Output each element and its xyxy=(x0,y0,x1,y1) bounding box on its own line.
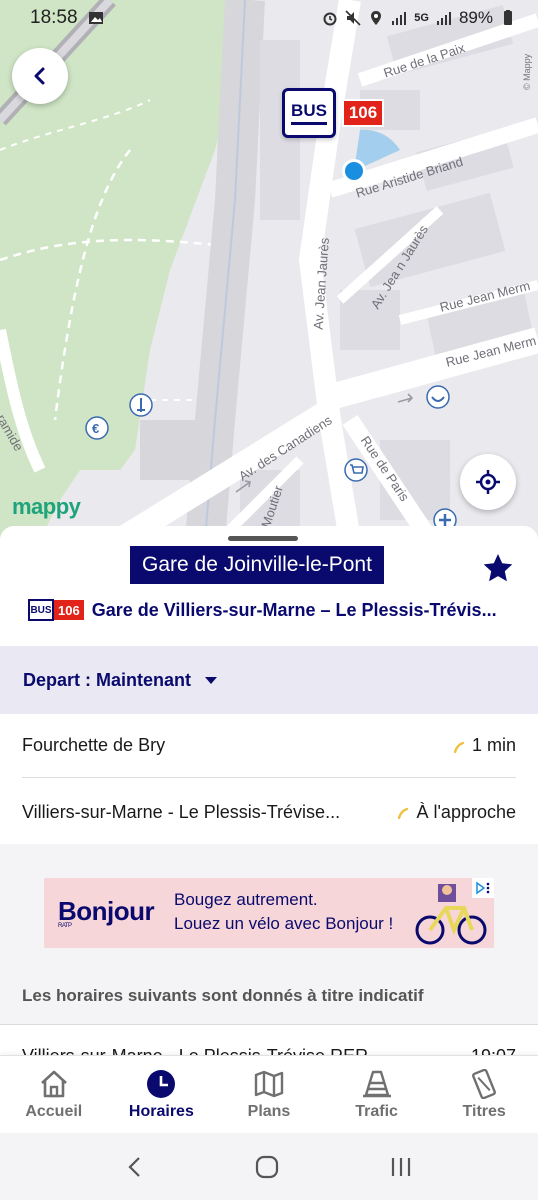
system-home-icon[interactable] xyxy=(254,1154,280,1180)
clock-icon xyxy=(144,1069,178,1099)
realtime-icon xyxy=(453,741,465,753)
divider xyxy=(0,1024,538,1025)
nav-label: Titres xyxy=(462,1102,506,1120)
mute-icon xyxy=(345,10,361,26)
stop-name: Gare de Joinville-le-Pont xyxy=(130,546,384,584)
ad-brand: Bonjour RATP xyxy=(58,896,155,929)
departure-destination: Villiers-sur-Marne - Le Plessis-Trévise.… xyxy=(22,801,341,822)
departure-row[interactable]: Fourchette de Bry 1 min xyxy=(22,714,516,778)
nav-label: Plans xyxy=(247,1102,291,1120)
departure-row[interactable]: Villiers-sur-Marne - Le Plessis-Trévise.… xyxy=(22,780,516,844)
chevron-left-icon xyxy=(34,67,45,85)
signal-icon-2 xyxy=(436,12,451,25)
ad-choices-icon[interactable] xyxy=(472,878,494,898)
svg-text:€: € xyxy=(92,421,99,436)
favorite-star-icon[interactable] xyxy=(482,552,514,584)
locate-me-button[interactable] xyxy=(460,454,516,510)
map-view[interactable]: € Rue de la Paix Rue Aristide Briand Av.… xyxy=(0,0,538,540)
gallery-icon xyxy=(88,12,103,24)
system-navigation-bar xyxy=(0,1133,538,1200)
bottom-navigation: Accueil Horaires Plans Trafic Titres xyxy=(0,1055,538,1133)
departure-time-selector[interactable]: Depart : Maintenant xyxy=(0,646,538,714)
system-recents-icon[interactable] xyxy=(389,1156,413,1178)
departure-time: À l'approche xyxy=(416,801,516,822)
realtime-icon xyxy=(398,807,409,819)
departure-time-label: Depart : Maintenant xyxy=(23,669,192,690)
nav-label: Horaires xyxy=(128,1102,194,1120)
ticket-icon xyxy=(467,1068,501,1099)
location-icon xyxy=(371,11,382,25)
alarm-icon xyxy=(323,12,337,26)
home-icon xyxy=(37,1069,71,1099)
bus-marker-label: BUS xyxy=(291,101,327,125)
ad-text-line-1: Bougez autrement. xyxy=(174,890,318,909)
line-direction[interactable]: BUS 106 Gare de Villiers-sur-Marne – Le … xyxy=(28,599,497,621)
direction-label: Gare de Villiers-sur-Marne – Le Plessis-… xyxy=(91,599,497,620)
status-bar: 18:58 5G 89% xyxy=(0,0,538,36)
line-number-badge: 106 xyxy=(54,600,84,620)
crosshair-icon xyxy=(476,470,500,494)
battery-icon xyxy=(504,10,512,25)
nav-trafic[interactable]: Trafic xyxy=(323,1056,431,1133)
bus-stop-marker[interactable]: BUS xyxy=(282,88,336,138)
back-button[interactable] xyxy=(12,48,68,104)
departure-destination: Fourchette de Bry xyxy=(22,735,166,755)
nav-titres[interactable]: Titres xyxy=(430,1056,538,1133)
nav-horaires[interactable]: Horaires xyxy=(108,1056,216,1133)
mappy-logo: mappy xyxy=(12,494,81,519)
stop-details-sheet: Gare de Joinville-le-Pont BUS 106 Gare d… xyxy=(0,526,538,1062)
line-badge-marker: 106 xyxy=(342,99,384,127)
caret-down-icon xyxy=(205,676,218,684)
map-icon xyxy=(252,1069,286,1099)
indicative-note: Les horaires suivants sont donnés à titr… xyxy=(22,986,424,1005)
nav-plans[interactable]: Plans xyxy=(215,1056,323,1133)
nav-accueil[interactable]: Accueil xyxy=(0,1056,108,1133)
status-time: 18:58 xyxy=(30,7,78,28)
departure-time: 1 min xyxy=(471,735,516,755)
cone-icon xyxy=(360,1069,394,1099)
map-copyright: © Mappy xyxy=(522,53,532,90)
signal-icon xyxy=(392,12,407,25)
nav-label: Trafic xyxy=(355,1102,398,1120)
sheet-drag-handle[interactable] xyxy=(228,536,298,541)
bus-mode-badge: BUS xyxy=(28,599,54,621)
ad-brand-name: Bonjour xyxy=(58,896,155,926)
ad-text-line-2: Louez un vélo avec Bonjour ! xyxy=(174,914,394,933)
network-type: 5G xyxy=(414,12,429,24)
ad-banner[interactable]: Bonjour RATP Bougez autrement. Louez un … xyxy=(44,878,494,948)
nav-label: Accueil xyxy=(25,1102,83,1120)
battery-percent: 89% xyxy=(458,8,493,27)
system-back-icon[interactable] xyxy=(125,1155,145,1179)
